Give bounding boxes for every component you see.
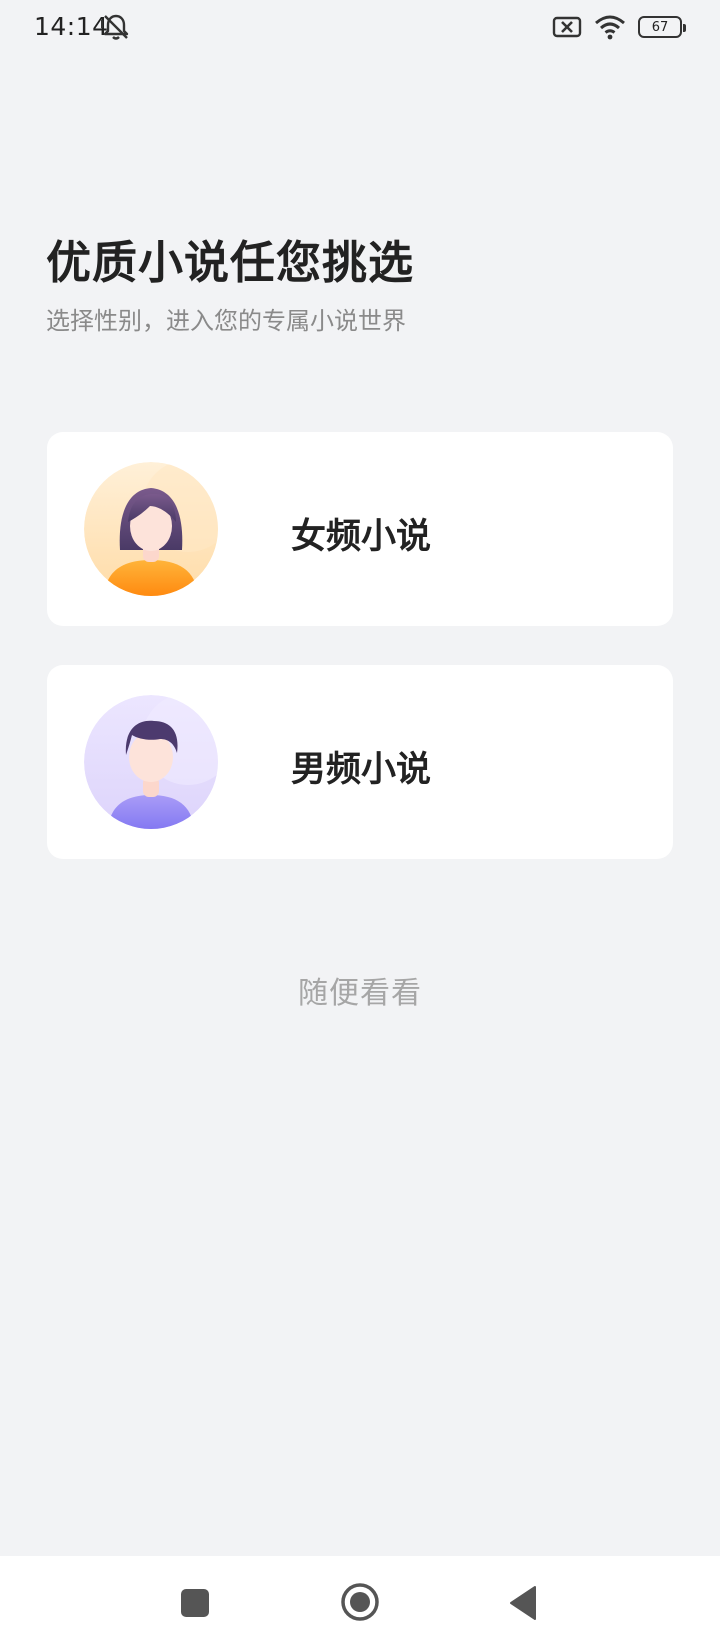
female-novels-option[interactable]: 女频小说 bbox=[47, 432, 673, 626]
page-subtitle: 选择性别，进入您的专属小说世界 bbox=[46, 307, 406, 335]
sim-error-icon bbox=[552, 15, 582, 39]
female-avatar-icon bbox=[84, 462, 218, 596]
status-time: 14:14 bbox=[34, 12, 109, 41]
back-icon[interactable] bbox=[508, 1585, 538, 1621]
browse-casually-button[interactable]: 随便看看 bbox=[0, 968, 720, 1012]
battery-level: 67 bbox=[651, 19, 669, 35]
female-novels-label: 女频小说 bbox=[291, 517, 432, 557]
status-icons: 67 bbox=[552, 14, 686, 40]
male-novels-option[interactable]: 男频小说 bbox=[47, 665, 673, 859]
male-novels-label: 男频小说 bbox=[291, 750, 432, 790]
battery-icon: 67 bbox=[638, 16, 686, 38]
page-title: 优质小说任您挑选 bbox=[46, 236, 415, 289]
system-nav-bar bbox=[0, 1556, 720, 1650]
male-avatar-icon bbox=[84, 695, 218, 829]
mute-icon bbox=[100, 12, 132, 42]
recents-icon[interactable] bbox=[181, 1589, 209, 1617]
home-icon[interactable] bbox=[340, 1582, 380, 1622]
wifi-icon bbox=[594, 14, 626, 40]
status-bar: 14:14 67 bbox=[0, 0, 720, 56]
